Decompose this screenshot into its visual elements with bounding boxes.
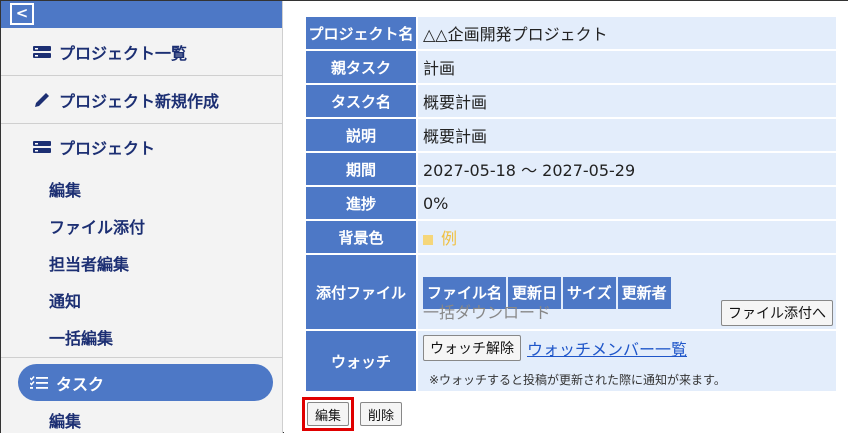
table-row: 期間 2027-05-18 ～ 2027-05-29	[306, 153, 836, 185]
row-label: プロジェクト名	[306, 17, 416, 49]
back-button[interactable]: <	[10, 3, 34, 25]
color-swatch	[423, 234, 433, 245]
sidebar-subitem-file-attach[interactable]: ファイル添付	[1, 207, 282, 244]
attachments-cell: ファイル名 更新日 サイズ 更新者 一括ダウンロード ファイル添付へ	[418, 255, 836, 329]
delete-button[interactable]: 削除	[360, 402, 403, 426]
task-detail-table: プロジェクト名 △△企画開発プロジェクト 親タスク 計画 タスク名 概要計画 説…	[304, 15, 838, 393]
sidebar-item-project-list[interactable]: プロジェクト一覧	[1, 28, 282, 76]
sidebar-subitem-notify[interactable]: 通知	[1, 281, 282, 318]
edit-button[interactable]: 編集	[307, 402, 350, 426]
sidebar-header: <	[1, 1, 282, 28]
row-value: 概要計画	[418, 85, 836, 117]
pencil-icon	[33, 92, 53, 108]
sidebar-item-project[interactable]: プロジェクト	[1, 124, 282, 170]
row-value: 0%	[418, 187, 836, 219]
row-value: 概要計画	[418, 119, 836, 151]
row-label: 背景色	[306, 221, 416, 253]
sidebar-subitem-assignee-edit[interactable]: 担当者編集	[1, 244, 282, 281]
watch-controls: ウォッチ解除 ウォッチメンバー一覧	[423, 335, 687, 361]
unwatch-button[interactable]: ウォッチ解除	[423, 335, 521, 361]
divider	[1, 357, 282, 358]
action-bar: 編集 削除	[302, 397, 403, 431]
sidebar-item-label: プロジェクト	[59, 139, 156, 158]
table-row: ウォッチ ウォッチ解除 ウォッチメンバー一覧 ※ウォッチすると投稿が更新された際…	[306, 331, 836, 391]
sidebar-item-task[interactable]: タスク	[18, 364, 273, 401]
column-header[interactable]: 更新者	[617, 277, 671, 309]
checklist-icon	[30, 375, 50, 391]
sidebar-subitem-task-edit[interactable]: 編集	[1, 401, 282, 433]
watch-cell: ウォッチ解除 ウォッチメンバー一覧 ※ウォッチすると投稿が更新された際に通知が来…	[418, 331, 836, 391]
row-label: 親タスク	[306, 51, 416, 83]
list-icon	[33, 44, 53, 60]
watch-members-link[interactable]: ウォッチメンバー一覧	[527, 336, 687, 360]
list-icon	[33, 139, 53, 155]
main-content: プロジェクト名 △△企画開発プロジェクト 親タスク 計画 タスク名 概要計画 説…	[284, 1, 848, 433]
sidebar-item-label: プロジェクト一覧	[59, 43, 188, 63]
table-row: 親タスク 計画	[306, 51, 836, 83]
row-label: 説明	[306, 119, 416, 151]
row-label: 期間	[306, 153, 416, 185]
chevron-left-icon: <	[15, 4, 29, 22]
row-value: 2027-05-18 ～ 2027-05-29	[418, 153, 836, 185]
table-row: プロジェクト名 △△企画開発プロジェクト	[306, 17, 836, 49]
sidebar: < プロジェクト一覧 プロジェクト新規作成 プロジェクト 編集 ファイル添付 担…	[1, 1, 283, 433]
edit-highlight: 編集	[302, 397, 355, 431]
color-example-text: 例	[441, 229, 458, 248]
bg-color-value: 例	[418, 221, 836, 253]
row-label: 添付ファイル	[306, 255, 416, 329]
row-label: 進捗	[306, 187, 416, 219]
sidebar-item-label: プロジェクト新規作成	[59, 91, 220, 111]
row-label: ウォッチ	[306, 331, 416, 391]
row-value: 計画	[418, 51, 836, 83]
attach-file-button[interactable]: ファイル添付へ	[721, 300, 833, 326]
table-row: 説明 概要計画	[306, 119, 836, 151]
sidebar-subitem-bulk-edit[interactable]: 一括編集	[1, 318, 282, 355]
sidebar-item-project-create[interactable]: プロジェクト新規作成	[1, 76, 282, 124]
table-row: 進捗 0%	[306, 187, 836, 219]
table-row: 背景色 例	[306, 221, 836, 253]
table-row: 添付ファイル ファイル名 更新日 サイズ 更新者 一括ダウンロード ファイル添付…	[306, 255, 836, 329]
table-row: タスク名 概要計画	[306, 85, 836, 117]
bulk-download-link: 一括ダウンロード	[423, 303, 552, 322]
sidebar-item-label: タスク	[56, 374, 105, 394]
row-value: △△企画開発プロジェクト	[418, 17, 836, 49]
watch-note: ※ウォッチすると投稿が更新された際に通知が来ます。	[429, 373, 726, 387]
row-label: タスク名	[306, 85, 416, 117]
sidebar-subitem-edit[interactable]: 編集	[1, 170, 282, 207]
column-header[interactable]: サイズ	[563, 277, 616, 309]
